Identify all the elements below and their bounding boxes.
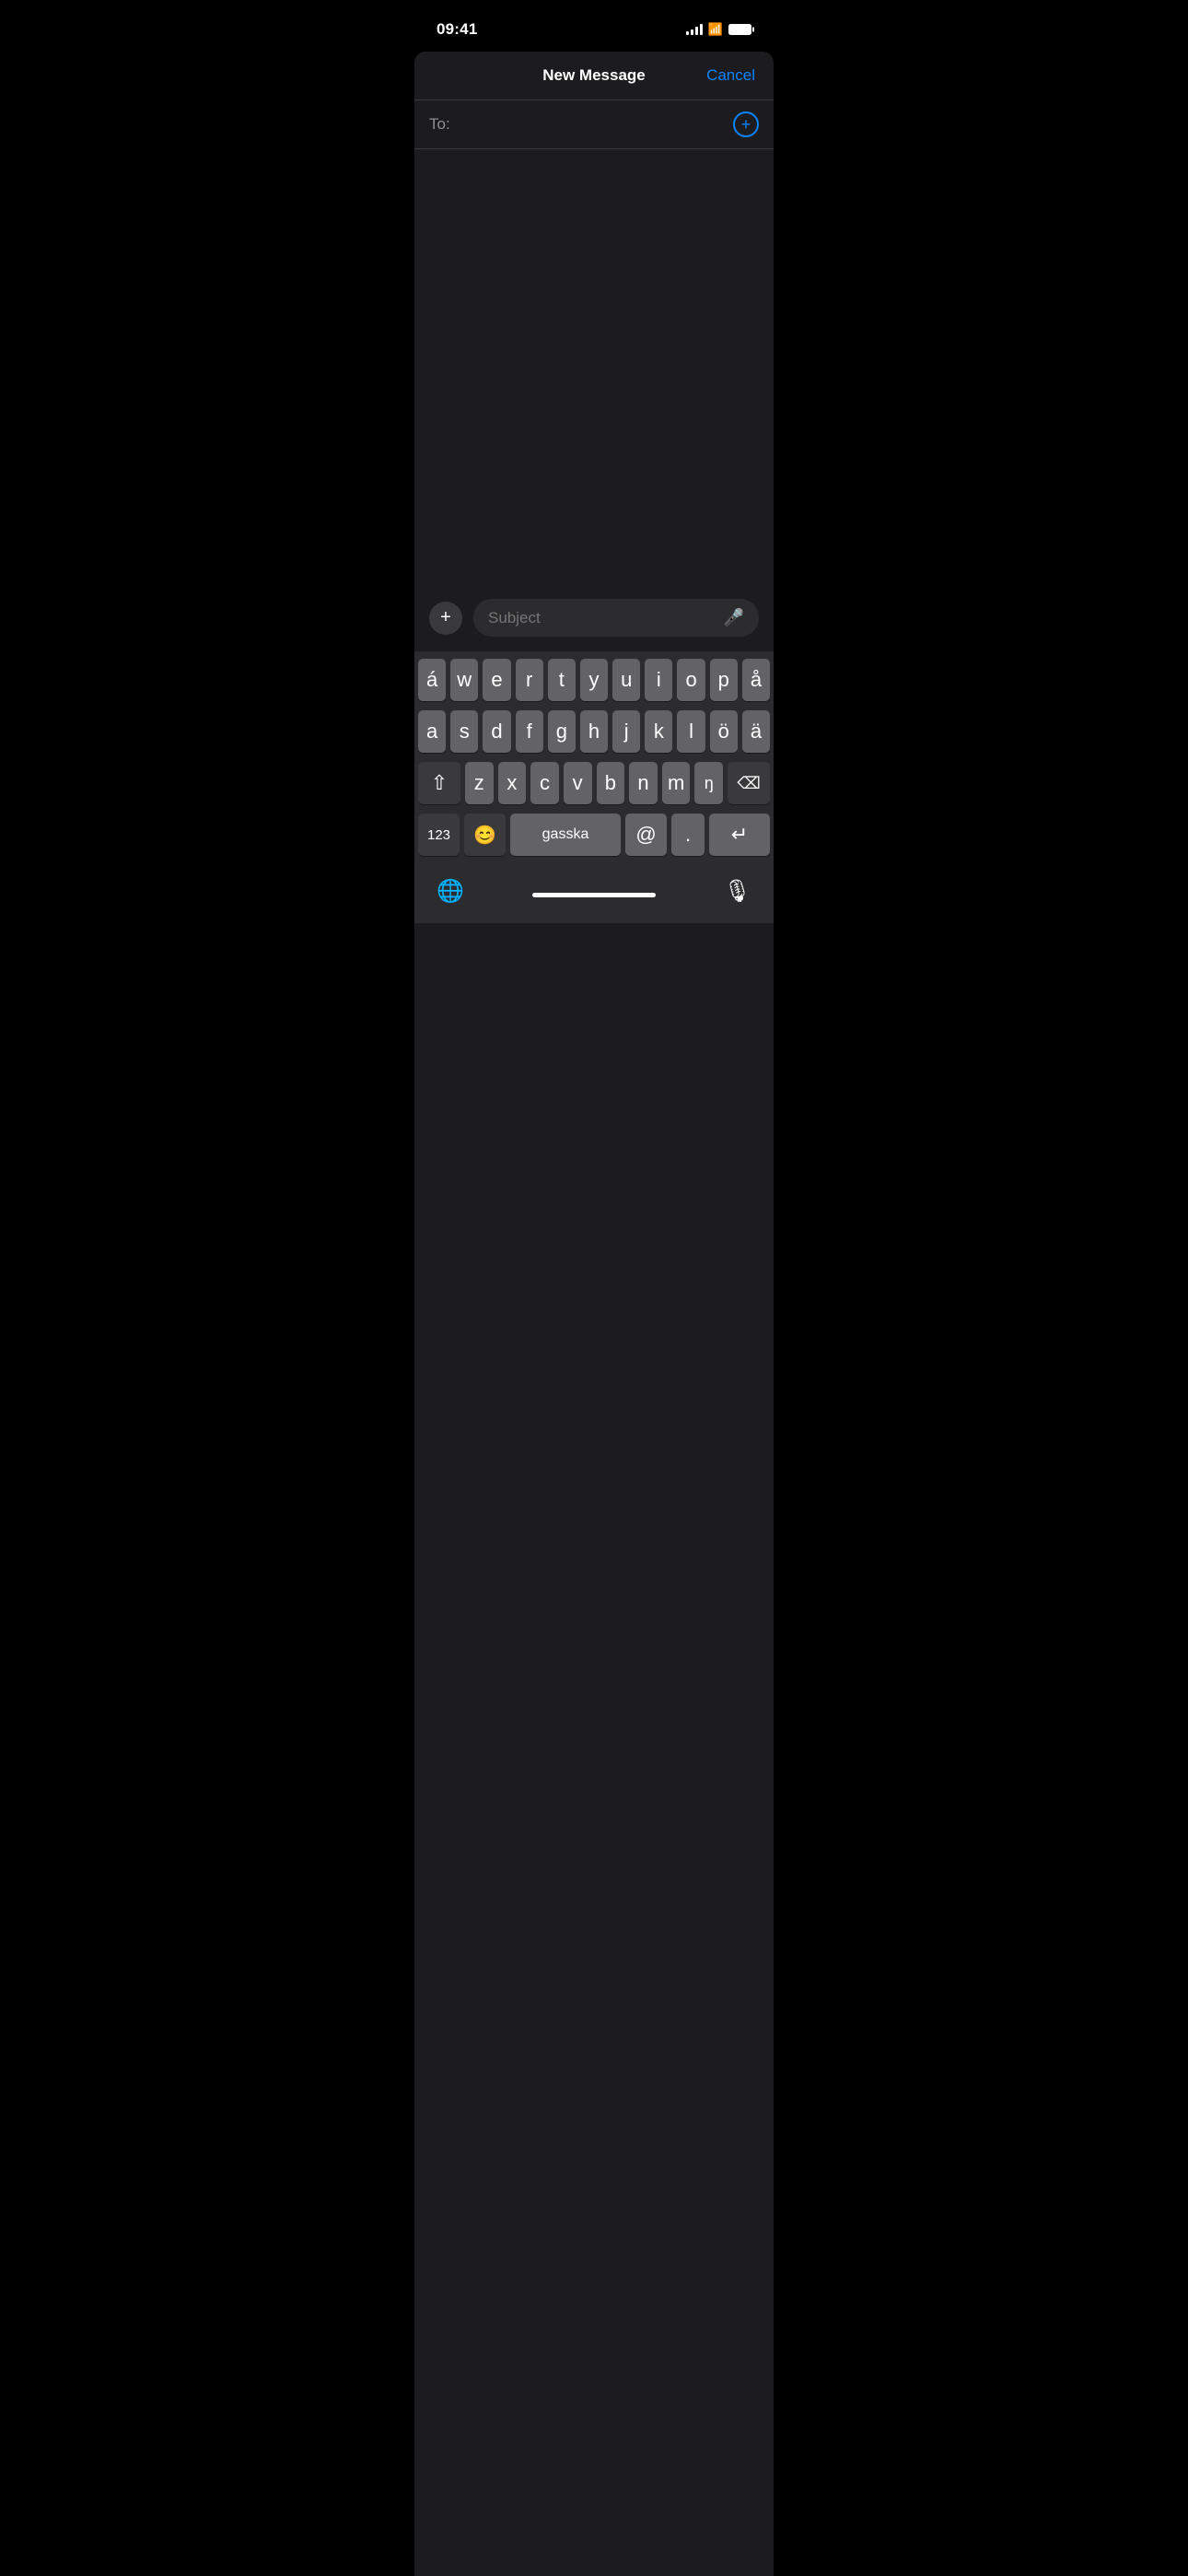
to-input[interactable] (458, 115, 733, 134)
compose-toolbar: + 🎤 (414, 591, 774, 644)
key-j[interactable]: j (612, 710, 640, 753)
subject-mic-icon[interactable]: 🎤 (724, 608, 744, 627)
key-b[interactable]: b (597, 762, 625, 804)
key-s[interactable]: s (450, 710, 478, 753)
keyboard-row-4: 123 😊 gasska @ . ↵ (418, 814, 770, 856)
compose-sheet: New Message Cancel To: + + 🎤 á w e r t y (414, 52, 774, 2576)
key-n[interactable]: n (629, 762, 658, 804)
to-label: To: (429, 115, 450, 134)
keyboard-bottom-bar: 🌐 🎙 (414, 869, 774, 923)
key-y[interactable]: y (580, 659, 608, 701)
key-eng[interactable]: ŋ (694, 762, 723, 804)
key-o[interactable]: o (677, 659, 705, 701)
compose-header: New Message Cancel (414, 52, 774, 100)
key-x[interactable]: x (498, 762, 527, 804)
key-f[interactable]: f (516, 710, 543, 753)
key-a-accent[interactable]: á (418, 659, 446, 701)
wifi-icon: 📶 (708, 22, 723, 37)
key-k[interactable]: k (645, 710, 672, 753)
keyboard-row-2: a s d f g h j k l ö ä (418, 710, 770, 753)
key-a-umlaut[interactable]: ä (742, 710, 770, 753)
add-contact-button[interactable]: + (733, 111, 759, 137)
attachment-plus-button[interactable]: + (429, 602, 462, 635)
numbers-key[interactable]: 123 (418, 814, 460, 856)
status-icons: 📶 (686, 22, 751, 37)
key-p[interactable]: p (710, 659, 738, 701)
key-z[interactable]: z (465, 762, 494, 804)
compose-title: New Message (488, 66, 700, 85)
subject-input[interactable] (488, 609, 724, 627)
key-m[interactable]: m (662, 762, 691, 804)
period-key[interactable]: . (671, 814, 705, 856)
battery-icon (728, 24, 751, 35)
key-v[interactable]: v (564, 762, 592, 804)
subject-input-wrapper: 🎤 (473, 599, 759, 637)
bottom-mic-button[interactable]: 🎙 (724, 878, 751, 905)
shift-key[interactable]: ⇧ (418, 762, 460, 804)
delete-key[interactable]: ⌫ (728, 762, 770, 804)
emoji-key[interactable]: 😊 (464, 814, 506, 856)
globe-key[interactable]: 🌐 (437, 878, 464, 905)
at-key[interactable]: @ (625, 814, 667, 856)
key-w[interactable]: w (450, 659, 478, 701)
key-r[interactable]: r (516, 659, 543, 701)
key-h[interactable]: h (580, 710, 608, 753)
key-c[interactable]: c (530, 762, 559, 804)
status-time: 09:41 (437, 20, 477, 39)
signal-icon (686, 24, 703, 35)
to-field-row: To: + (414, 100, 774, 149)
key-i[interactable]: i (645, 659, 672, 701)
key-u[interactable]: u (612, 659, 640, 701)
keyboard-row-1: á w e r t y u i o p å (418, 659, 770, 701)
keyboard: á w e r t y u i o p å a s d f g h j k l … (414, 651, 774, 869)
home-indicator (532, 893, 656, 897)
key-g[interactable]: g (548, 710, 576, 753)
key-a-ring[interactable]: å (742, 659, 770, 701)
return-key[interactable]: ↵ (709, 814, 770, 856)
keyboard-row-3: ⇧ z x c v b n m ŋ ⌫ (418, 762, 770, 804)
key-e[interactable]: e (483, 659, 510, 701)
message-body[interactable] (414, 149, 774, 591)
key-o-umlaut[interactable]: ö (710, 710, 738, 753)
cancel-button[interactable]: Cancel (700, 66, 755, 85)
status-bar: 09:41 📶 (414, 0, 774, 46)
key-l[interactable]: l (677, 710, 705, 753)
key-a[interactable]: a (418, 710, 446, 753)
key-t[interactable]: t (548, 659, 576, 701)
space-key[interactable]: gasska (510, 814, 621, 856)
key-d[interactable]: d (483, 710, 510, 753)
